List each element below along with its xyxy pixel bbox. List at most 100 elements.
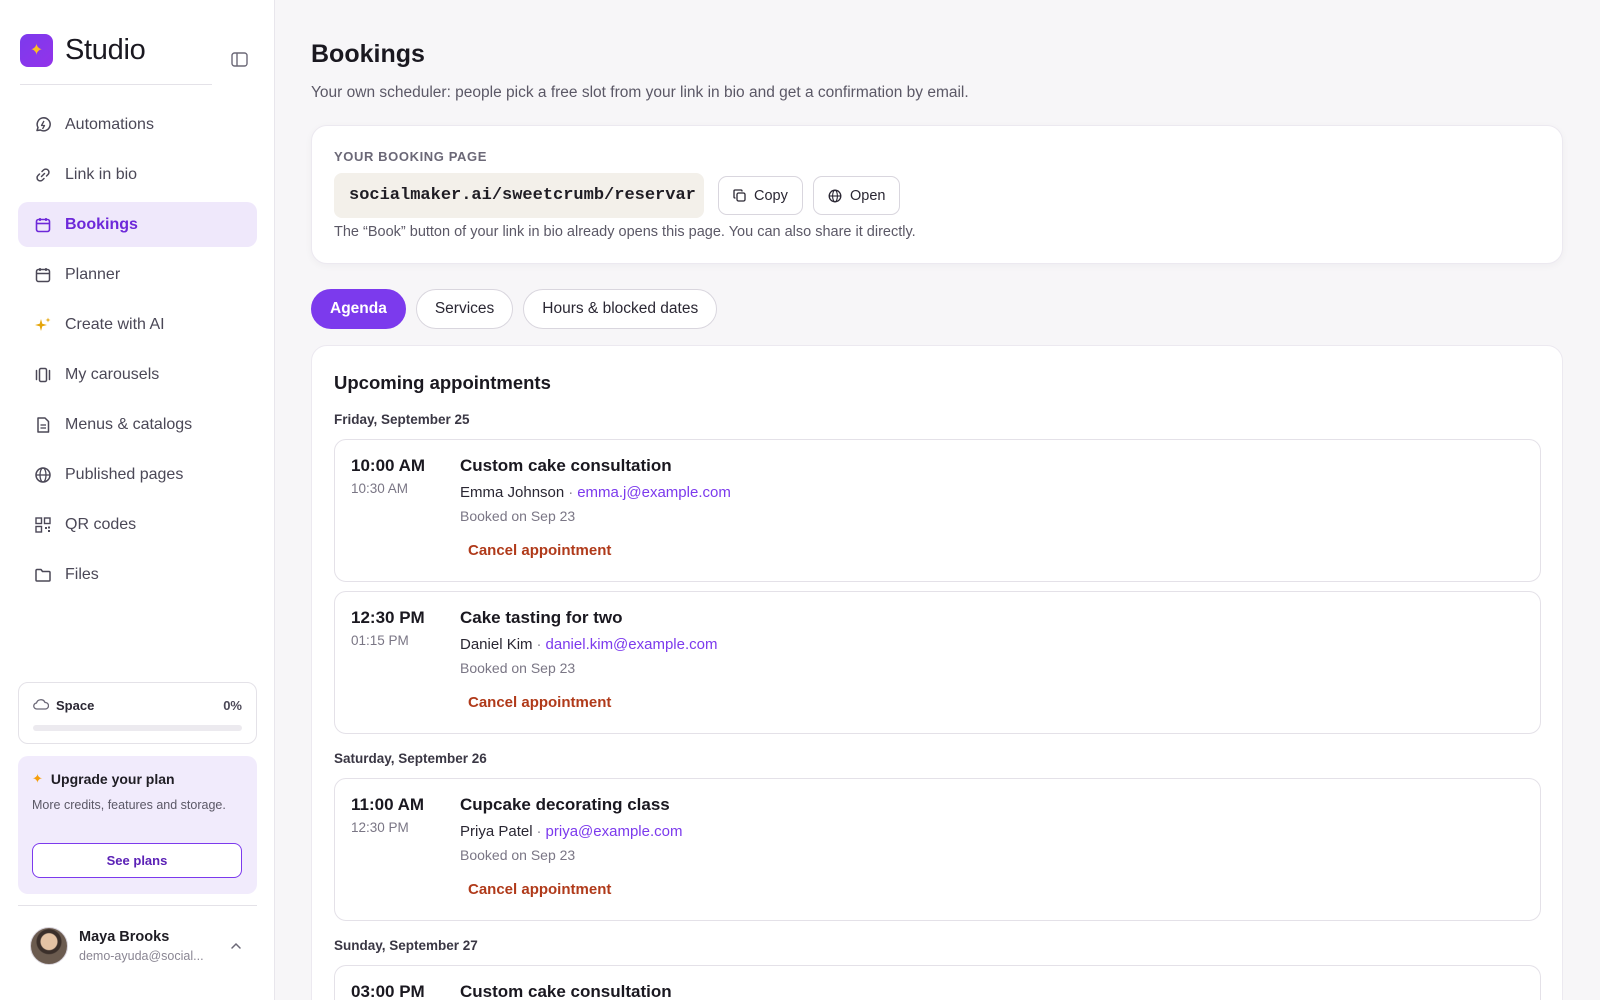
- sidebar-item-label: QR codes: [65, 515, 137, 533]
- appointment-start-time: 12:30 PM: [351, 608, 425, 627]
- sidebar-item-label: Bookings: [65, 215, 138, 233]
- appointment-client: Daniel Kim · daniel.kim@example.com: [460, 636, 718, 653]
- avatar: [30, 927, 68, 965]
- sidebar-item-label: Planner: [65, 265, 121, 283]
- client-name: Emma Johnson: [460, 484, 565, 501]
- brand[interactable]: ✦ Studio: [20, 32, 146, 68]
- sidebar-item-planner[interactable]: Planner: [18, 252, 257, 297]
- sidebar-item-automations[interactable]: Automations: [18, 102, 257, 147]
- sparkle-icon: [34, 316, 52, 334]
- upgrade-title-text: Upgrade your plan: [50, 771, 175, 787]
- brand-logo-icon: ✦: [20, 33, 53, 67]
- sidebar-item-menus-catalogs[interactable]: Menus & catalogs: [18, 402, 257, 447]
- page-title: Bookings: [311, 40, 425, 68]
- tab-services[interactable]: Services: [415, 289, 514, 329]
- upgrade-description: More credits, features and storage.: [32, 798, 226, 812]
- sidebar-item-my-carousels[interactable]: My carousels: [18, 352, 257, 397]
- collapse-sidebar-icon[interactable]: [229, 50, 249, 68]
- main-content: Bookings Your own scheduler: people pick…: [275, 0, 1600, 1000]
- appointment-service: Cupcake decorating class: [460, 795, 670, 814]
- appointment-card: 11:00 AM 12:30 PM Cupcake decorating cla…: [334, 778, 1541, 921]
- separator: ·: [568, 484, 574, 501]
- folder-icon: [34, 566, 52, 584]
- sidebar-item-label: Menus & catalogs: [65, 415, 193, 433]
- user-info: Maya Brooks demo-ayuda@social...: [79, 929, 204, 963]
- appointment-end-time: 10:30 AM: [351, 481, 409, 496]
- sidebar-item-qr-codes[interactable]: QR codes: [18, 502, 257, 547]
- tabs: Agenda Services Hours & blocked dates: [311, 289, 727, 329]
- tab-agenda[interactable]: Agenda: [311, 289, 406, 329]
- sidebar-item-label: Create with AI: [65, 315, 165, 333]
- booking-page-label: YOUR BOOKING PAGE: [334, 149, 487, 164]
- sidebar-item-label: Published pages: [65, 465, 184, 483]
- client-email-link[interactable]: priya@example.com: [546, 823, 683, 840]
- appointment-service: Custom cake consultation: [460, 982, 672, 1000]
- see-plans-button[interactable]: See plans: [32, 843, 242, 878]
- upgrade-title: ✦ Upgrade your plan: [32, 771, 175, 787]
- storage-space-row: Space 0%: [33, 698, 242, 713]
- storage-space-percent: 0%: [223, 698, 242, 713]
- globe-icon: [34, 466, 52, 484]
- copy-button[interactable]: Copy: [718, 176, 803, 215]
- cancel-appointment-button[interactable]: Cancel appointment: [468, 881, 611, 898]
- sidebar-item-bookings[interactable]: Bookings: [18, 202, 257, 247]
- booking-page-help: The “Book” button of your link in bio al…: [334, 224, 916, 240]
- sidebar-item-label: Automations: [65, 115, 154, 133]
- open-button[interactable]: Open: [813, 176, 901, 215]
- appointment-start-time: 10:00 AM: [351, 456, 426, 475]
- appointment-booked-date: Booked on Sep 23: [460, 660, 576, 676]
- sidebar-item-files[interactable]: Files: [18, 552, 257, 597]
- sidebar-item-link-in-bio[interactable]: Link in bio: [18, 152, 257, 197]
- client-email-link[interactable]: daniel.kim@example.com: [546, 636, 718, 653]
- day-label: Friday, September 25: [334, 412, 470, 427]
- sidebar-nav: Automations Link in bio Bookings Planner…: [18, 102, 257, 602]
- user-name: Maya Brooks: [79, 929, 170, 945]
- divider: [18, 905, 257, 906]
- calendar-icon: [34, 216, 52, 234]
- sidebar-item-published-pages[interactable]: Published pages: [18, 452, 257, 497]
- client-email-link[interactable]: emma.j@example.com: [577, 484, 731, 501]
- calendar-icon: [34, 266, 52, 284]
- booking-page-url[interactable]: socialmaker.ai/sweetcrumb/reservar: [334, 173, 704, 218]
- cancel-appointment-button[interactable]: Cancel appointment: [468, 694, 611, 711]
- tab-hours-blocked-dates[interactable]: Hours & blocked dates: [523, 289, 718, 329]
- page-subtitle: Your own scheduler: people pick a free s…: [311, 84, 969, 101]
- storage-space-label: Space: [56, 698, 95, 713]
- carousel-icon: [34, 366, 52, 384]
- document-icon: [34, 416, 52, 434]
- sidebar-item-label: Files: [65, 565, 99, 583]
- chevron-up-icon[interactable]: [230, 939, 242, 953]
- qr-code-icon: [34, 516, 52, 534]
- appointment-booked-date: Booked on Sep 23: [460, 508, 576, 524]
- appointment-client: Priya Patel · priya@example.com: [460, 823, 683, 840]
- appointment-start-time: 03:00 PM: [351, 982, 425, 1000]
- sidebar-item-create-with-ai[interactable]: Create with AI: [18, 302, 257, 347]
- booking-page-card: YOUR BOOKING PAGE socialmaker.ai/sweetcr…: [311, 125, 1563, 264]
- upgrade-card: ✦ Upgrade your plan More credits, featur…: [18, 756, 257, 894]
- agenda-title: Upcoming appointments: [334, 372, 551, 393]
- appointment-end-time: 12:30 PM: [351, 820, 409, 835]
- appointment-service: Custom cake consultation: [460, 456, 672, 475]
- appointment-booked-date: Booked on Sep 23: [460, 847, 576, 863]
- globe-icon: [828, 189, 842, 203]
- agenda-card: Upcoming appointments Friday, September …: [311, 345, 1563, 1000]
- appointment-card: 03:00 PM Custom cake consultation: [334, 965, 1541, 1000]
- cloud-icon: [33, 698, 50, 713]
- day-label: Saturday, September 26: [334, 751, 487, 766]
- brand-name: Studio: [65, 33, 146, 66]
- user-email: demo-ayuda@social...: [79, 949, 204, 963]
- appointment-card: 12:30 PM 01:15 PM Cake tasting for two D…: [334, 591, 1541, 734]
- sidebar-item-label: My carousels: [65, 365, 160, 383]
- cancel-appointment-button[interactable]: Cancel appointment: [468, 542, 611, 559]
- appointment-start-time: 11:00 AM: [351, 795, 425, 814]
- link-icon: [34, 166, 52, 184]
- client-name: Priya Patel: [460, 823, 533, 840]
- user-menu[interactable]: Maya Brooks demo-ayuda@social...: [30, 926, 250, 966]
- appointment-service: Cake tasting for two: [460, 608, 623, 627]
- storage-progress-bar: [33, 725, 242, 731]
- copy-label: Copy: [754, 187, 788, 204]
- automation-icon: [34, 116, 52, 134]
- sidebar-item-label: Link in bio: [65, 165, 138, 183]
- divider: [20, 84, 212, 85]
- separator: ·: [536, 636, 542, 653]
